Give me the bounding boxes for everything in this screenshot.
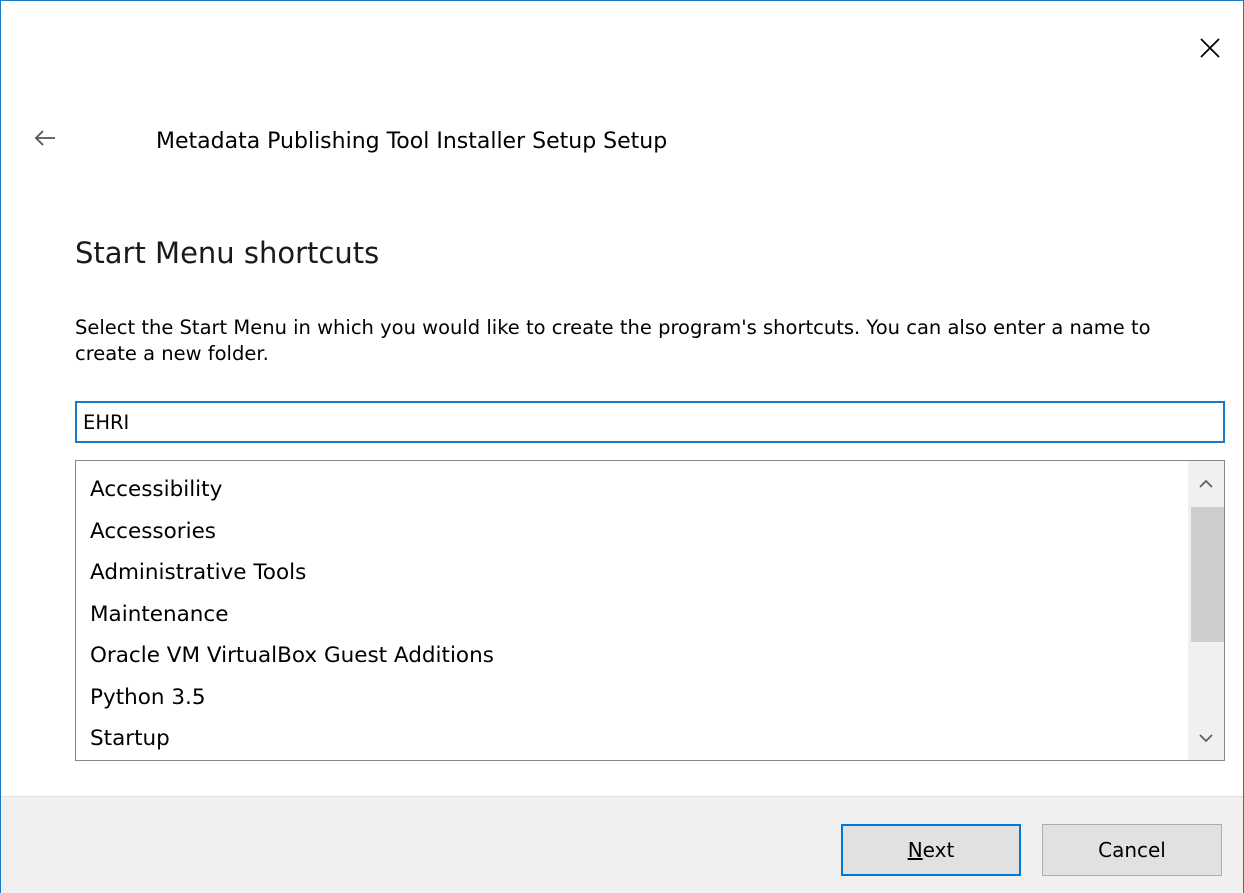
back-arrow-icon bbox=[34, 130, 55, 146]
page-description: Select the Start Menu in which you would… bbox=[75, 316, 1151, 365]
chevron-up-icon bbox=[1199, 479, 1213, 488]
page-heading: Start Menu shortcuts bbox=[75, 236, 380, 270]
chevron-down-icon bbox=[1199, 733, 1213, 742]
window-title: Metadata Publishing Tool Installer Setup… bbox=[156, 129, 668, 154]
next-mnemonic: N bbox=[907, 838, 923, 862]
installer-window: Metadata Publishing Tool Installer Setup… bbox=[0, 0, 1244, 893]
vertical-scrollbar[interactable] bbox=[1188, 461, 1224, 760]
list-item[interactable]: Oracle VM VirtualBox Guest Additions bbox=[76, 635, 1188, 677]
next-button[interactable]: Next bbox=[841, 824, 1021, 876]
start-menu-folder-input[interactable] bbox=[75, 401, 1225, 443]
list-item[interactable]: Startup bbox=[76, 718, 1188, 760]
list-item[interactable]: Python 3.5 bbox=[76, 677, 1188, 719]
scroll-down-button[interactable] bbox=[1188, 716, 1224, 760]
start-menu-folder-list[interactable]: Accessibility Accessories Administrative… bbox=[75, 460, 1225, 761]
scroll-thumb[interactable] bbox=[1191, 507, 1224, 642]
scroll-up-button[interactable] bbox=[1188, 461, 1224, 505]
close-button[interactable] bbox=[1183, 19, 1237, 77]
cancel-button[interactable]: Cancel bbox=[1042, 824, 1222, 876]
button-bar: Next Cancel bbox=[1, 796, 1243, 893]
next-label-rest: ext bbox=[922, 838, 955, 862]
list-item[interactable]: Administrative Tools bbox=[76, 552, 1188, 594]
list-item[interactable]: Accessibility bbox=[76, 469, 1188, 511]
folder-list-items: Accessibility Accessories Administrative… bbox=[76, 469, 1188, 760]
back-button[interactable] bbox=[19, 109, 71, 167]
close-icon bbox=[1200, 38, 1220, 58]
list-item[interactable]: Maintenance bbox=[76, 594, 1188, 636]
list-item[interactable]: Accessories bbox=[76, 511, 1188, 553]
